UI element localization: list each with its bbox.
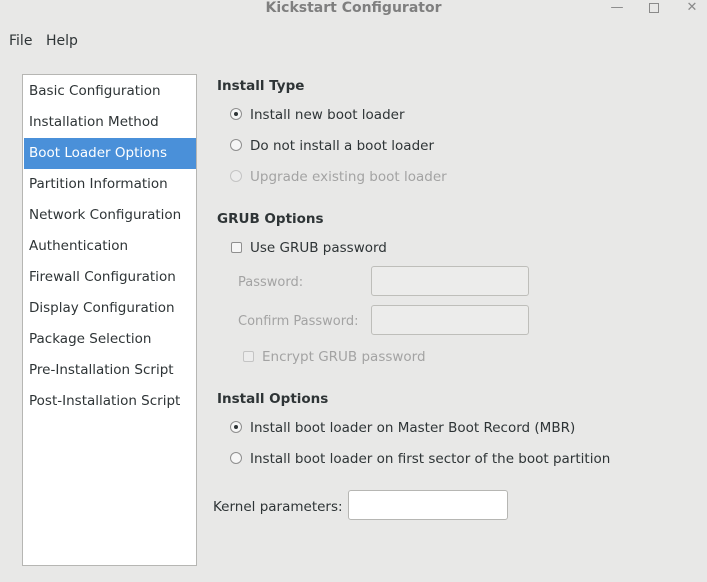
window-title: Kickstart Configurator (265, 0, 442, 16)
checkbox-unchecked-icon (231, 242, 242, 253)
sidebar-item-post-installation-script[interactable]: Post-Installation Script (24, 386, 196, 417)
radio-checked-icon (230, 421, 242, 433)
radio-checked-icon (230, 108, 242, 120)
sidebar-item-boot-loader-options[interactable]: Boot Loader Options (24, 138, 196, 169)
sidebar-item-authentication[interactable]: Authentication (24, 231, 196, 262)
install-type-heading: Install Type (217, 78, 305, 94)
sidebar-item-basic-configuration[interactable]: Basic Configuration (24, 76, 196, 107)
confirm-password-label: Confirm Password: (238, 314, 359, 329)
install-on-mbr-label: Install boot loader on Master Boot Recor… (250, 420, 576, 436)
radio-unchecked-icon (230, 452, 242, 464)
sidebar-item-partition-information[interactable]: Partition Information (24, 169, 196, 200)
sidebar-item-display-configuration[interactable]: Display Configuration (24, 293, 196, 324)
sidebar-item-firewall-configuration[interactable]: Firewall Configuration (24, 262, 196, 293)
upgrade-existing-boot-loader-label: Upgrade existing boot loader (250, 169, 447, 185)
sidebar-item-package-selection[interactable]: Package Selection (24, 324, 196, 355)
kernel-parameters-input[interactable] (348, 490, 508, 520)
install-new-boot-loader-label: Install new boot loader (250, 107, 405, 123)
install-on-boot-partition-label: Install boot loader on first sector of t… (250, 451, 611, 467)
encrypt-grub-password-label: Encrypt GRUB password (262, 349, 426, 365)
title-bar: Kickstart Configurator — ✕ (0, 0, 707, 20)
maximize-icon[interactable] (646, 0, 662, 16)
sidebar-item-network-configuration[interactable]: Network Configuration (24, 200, 196, 231)
confirm-password-input (371, 305, 529, 335)
sidebar-item-installation-method[interactable]: Installation Method (24, 107, 196, 138)
checkbox-disabled-icon (243, 351, 254, 362)
radio-disabled-icon (230, 170, 242, 182)
menu-file[interactable]: File (9, 33, 32, 49)
radio-unchecked-icon (230, 139, 242, 151)
menu-bar: File Help (0, 30, 707, 54)
password-input (371, 266, 529, 296)
menu-help[interactable]: Help (46, 33, 78, 49)
minimize-icon[interactable]: — (609, 0, 625, 16)
close-icon[interactable]: ✕ (684, 0, 700, 16)
grub-options-heading: GRUB Options (217, 211, 324, 227)
use-grub-password-label: Use GRUB password (250, 240, 387, 256)
do-not-install-boot-loader-label: Do not install a boot loader (250, 138, 434, 154)
kernel-parameters-label: Kernel parameters: (213, 499, 343, 515)
sidebar-list: Basic Configuration Installation Method … (22, 74, 197, 566)
password-label: Password: (238, 275, 304, 290)
install-options-heading: Install Options (217, 391, 329, 407)
sidebar-item-pre-installation-script[interactable]: Pre-Installation Script (24, 355, 196, 386)
